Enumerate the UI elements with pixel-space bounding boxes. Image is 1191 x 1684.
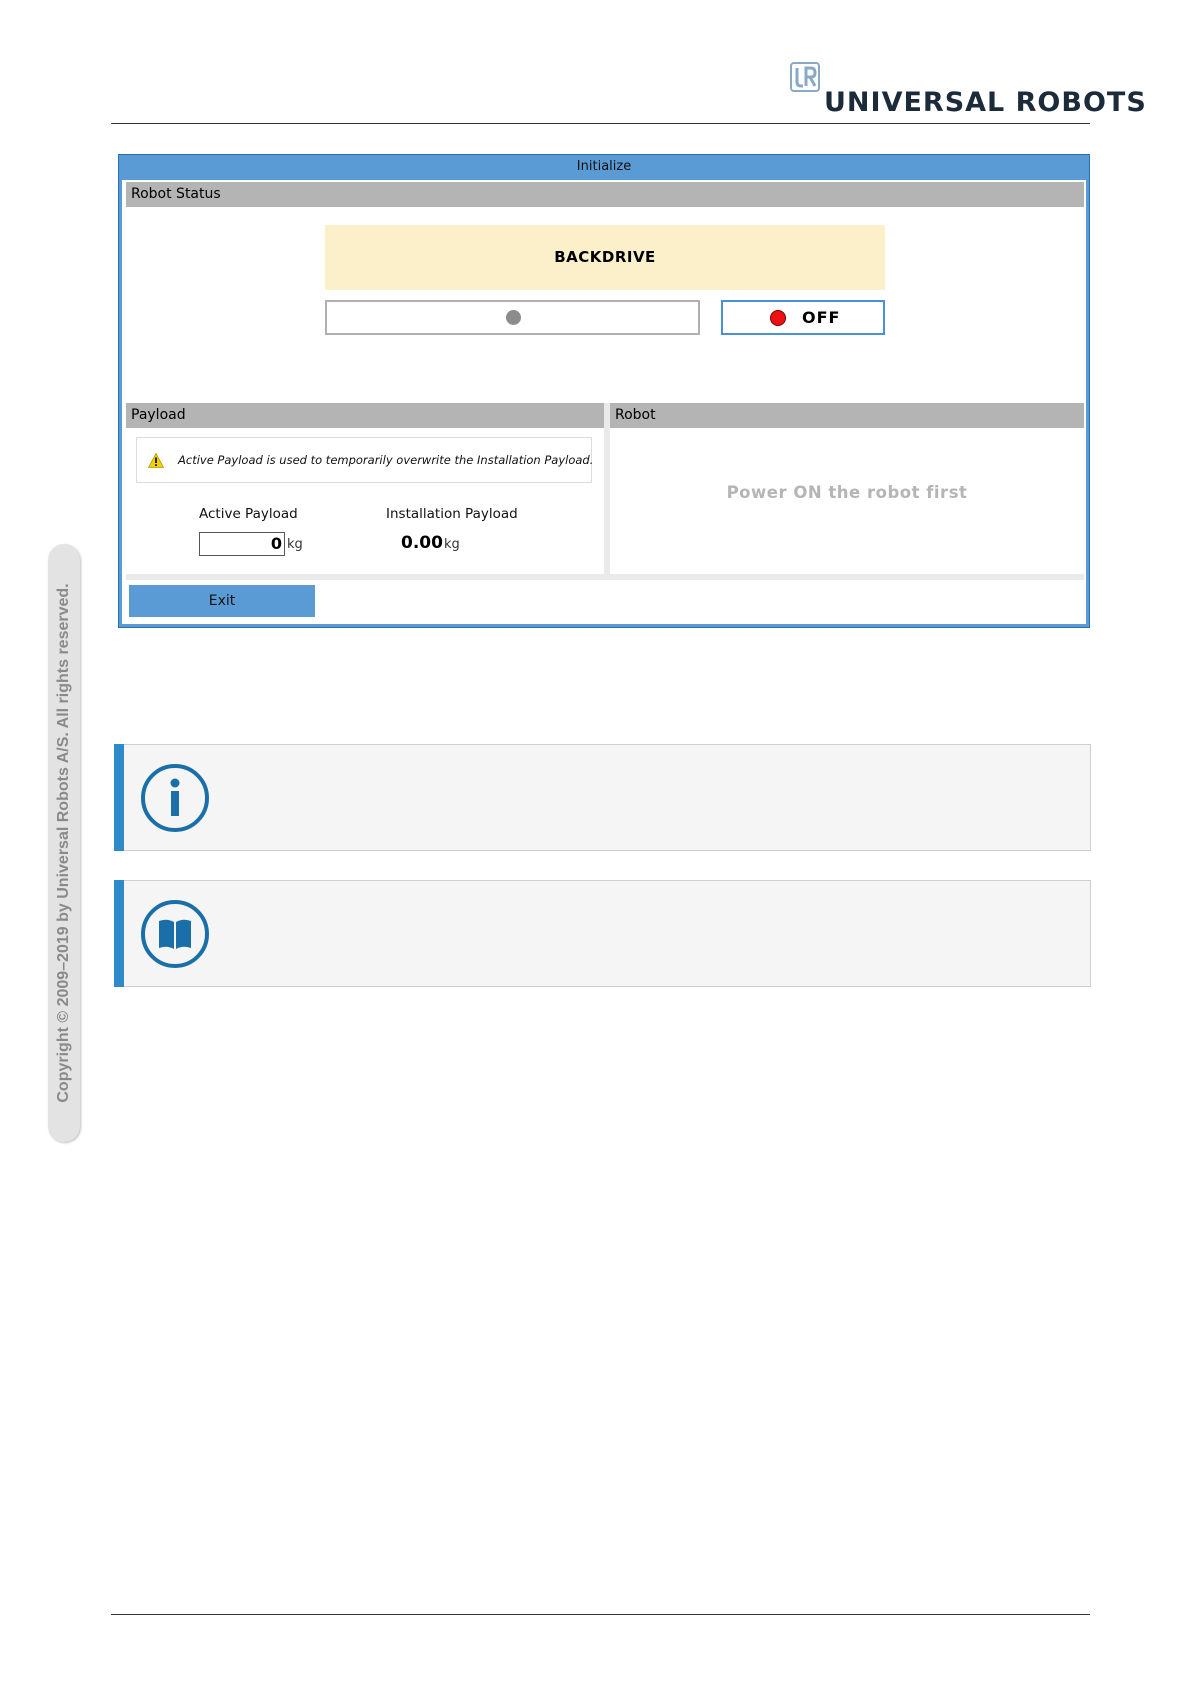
active-payload-label: Active Payload	[199, 506, 298, 522]
power-status-icon	[770, 310, 786, 326]
info-note	[114, 744, 1091, 851]
window-body: Robot Status BACKDRIVE OFF Payload Activ…	[122, 180, 1086, 624]
payload-warning-text: Active Payload is used to temporarily ov…	[178, 453, 594, 467]
robot-state-button[interactable]	[325, 300, 700, 335]
robot-mode-banner: BACKDRIVE	[325, 225, 885, 290]
brand-name: UNIVERSAL ROBOTS	[824, 87, 1147, 118]
installation-payload-value: 0.00	[401, 533, 443, 553]
book-icon	[141, 900, 209, 968]
info-note-accent	[114, 744, 124, 851]
robot-header: Robot	[610, 403, 1084, 428]
payload-header: Payload	[126, 403, 604, 428]
copyright-tab: Copyright © 2009–2019 by Universal Robot…	[48, 544, 80, 1142]
active-payload-input[interactable]: 0	[199, 532, 285, 556]
robot-status-header: Robot Status	[126, 182, 1084, 207]
manual-note-accent	[114, 880, 124, 987]
robot-power-message: Power ON the robot first	[726, 483, 968, 502]
robot-panel: Robot Power ON the robot first	[610, 403, 1084, 574]
installation-payload-unit: kg	[444, 537, 460, 552]
payload-panel: Payload Active Payload is used to tempor…	[126, 403, 604, 574]
ur-logo-icon	[790, 62, 820, 92]
power-off-button[interactable]: OFF	[721, 300, 885, 335]
state-indicator-icon	[506, 310, 521, 325]
installation-payload-label: Installation Payload	[386, 506, 518, 522]
universal-robots-logo: UNIVERSAL ROBOTS	[790, 62, 1146, 122]
exit-button[interactable]: Exit	[129, 585, 315, 617]
header-rule	[111, 123, 1090, 124]
active-payload-unit: kg	[287, 537, 303, 552]
robot-status-panel: Robot Status BACKDRIVE OFF	[126, 182, 1084, 382]
window-title: Initialize	[576, 159, 632, 174]
initialize-window: Initialize Robot Status BACKDRIVE OFF Pa…	[118, 154, 1090, 628]
footer-rule	[111, 1614, 1090, 1615]
window-footer: Exit	[126, 580, 1084, 622]
payload-warning: Active Payload is used to temporarily ov…	[136, 437, 594, 483]
manual-note	[114, 880, 1091, 987]
info-icon	[141, 764, 209, 832]
copyright-text: Copyright © 2009–2019 by Universal Robot…	[55, 583, 72, 1103]
warning-icon	[148, 453, 164, 468]
power-button-label: OFF	[802, 308, 841, 327]
